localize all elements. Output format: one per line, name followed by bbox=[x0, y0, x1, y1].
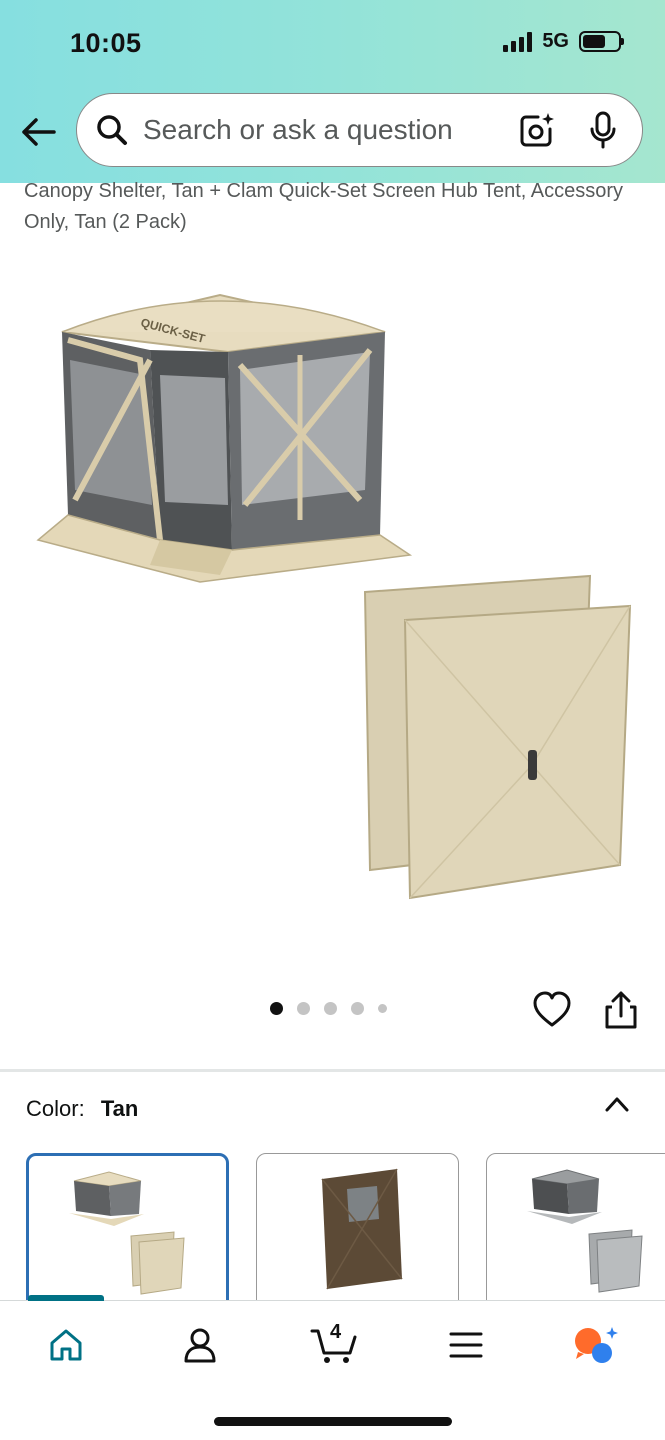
color-selected-value: Tan bbox=[100, 1096, 139, 1121]
arrow-left-icon bbox=[22, 118, 56, 146]
carousel-dot[interactable] bbox=[378, 1004, 387, 1013]
color-swatch-gray[interactable] bbox=[486, 1153, 665, 1313]
nav-rufus-assistant[interactable] bbox=[572, 1323, 620, 1367]
section-divider bbox=[0, 1069, 665, 1072]
top-header: 10:05 5G Search or ask a question bbox=[0, 0, 665, 183]
microphone-icon[interactable] bbox=[588, 111, 618, 149]
carousel-dot[interactable] bbox=[351, 1002, 364, 1015]
chevron-up-icon[interactable] bbox=[602, 1092, 632, 1116]
bottom-navigation: 4 bbox=[0, 1295, 665, 1440]
home-icon bbox=[50, 1329, 82, 1361]
back-button[interactable] bbox=[18, 112, 58, 152]
color-swatch-brown[interactable] bbox=[256, 1153, 459, 1313]
search-bar[interactable]: Search or ask a question bbox=[76, 93, 643, 167]
network-label: 5G bbox=[542, 30, 569, 52]
product-title: Canopy Shelter, Tan + Clam Quick-Set Scr… bbox=[24, 180, 624, 233]
nav-cart[interactable]: 4 bbox=[308, 1321, 360, 1367]
nav-menu[interactable] bbox=[442, 1323, 490, 1367]
swatch-image-tan bbox=[69, 1171, 185, 1295]
heart-icon[interactable] bbox=[532, 990, 572, 1030]
cart-count-badge: 4 bbox=[330, 1321, 342, 1343]
share-icon[interactable] bbox=[604, 990, 638, 1030]
carousel-dot[interactable] bbox=[324, 1002, 337, 1015]
nav-account[interactable] bbox=[176, 1323, 224, 1367]
swatch-image-brown bbox=[321, 1168, 403, 1290]
signal-icon bbox=[503, 31, 533, 52]
hamburger-menu-icon bbox=[449, 1332, 483, 1358]
swatch-image-gray bbox=[527, 1169, 643, 1293]
color-swatch-tan[interactable] bbox=[26, 1153, 229, 1313]
camera-lens-icon[interactable] bbox=[518, 111, 556, 149]
carousel-dot[interactable] bbox=[297, 1002, 310, 1015]
battery-icon bbox=[579, 31, 624, 52]
user-icon bbox=[184, 1328, 216, 1363]
nav-home[interactable] bbox=[42, 1323, 90, 1367]
search-input[interactable]: Search or ask a question bbox=[143, 114, 518, 146]
product-image[interactable]: QUICK-SET bbox=[20, 270, 645, 920]
search-icon bbox=[97, 115, 127, 145]
status-time: 10:05 bbox=[70, 28, 142, 58]
color-selector-header[interactable]: Color: Tan bbox=[26, 1096, 138, 1122]
tent-illustration: QUICK-SET bbox=[36, 293, 632, 900]
status-icons: 5G bbox=[503, 30, 624, 53]
carousel-dot[interactable] bbox=[270, 1002, 283, 1015]
rufus-assistant-icon bbox=[575, 1327, 618, 1363]
active-tab-indicator bbox=[28, 1295, 104, 1301]
color-label: Color: bbox=[26, 1096, 85, 1121]
image-carousel-dots[interactable] bbox=[270, 1002, 387, 1015]
system-home-indicator bbox=[214, 1417, 452, 1426]
